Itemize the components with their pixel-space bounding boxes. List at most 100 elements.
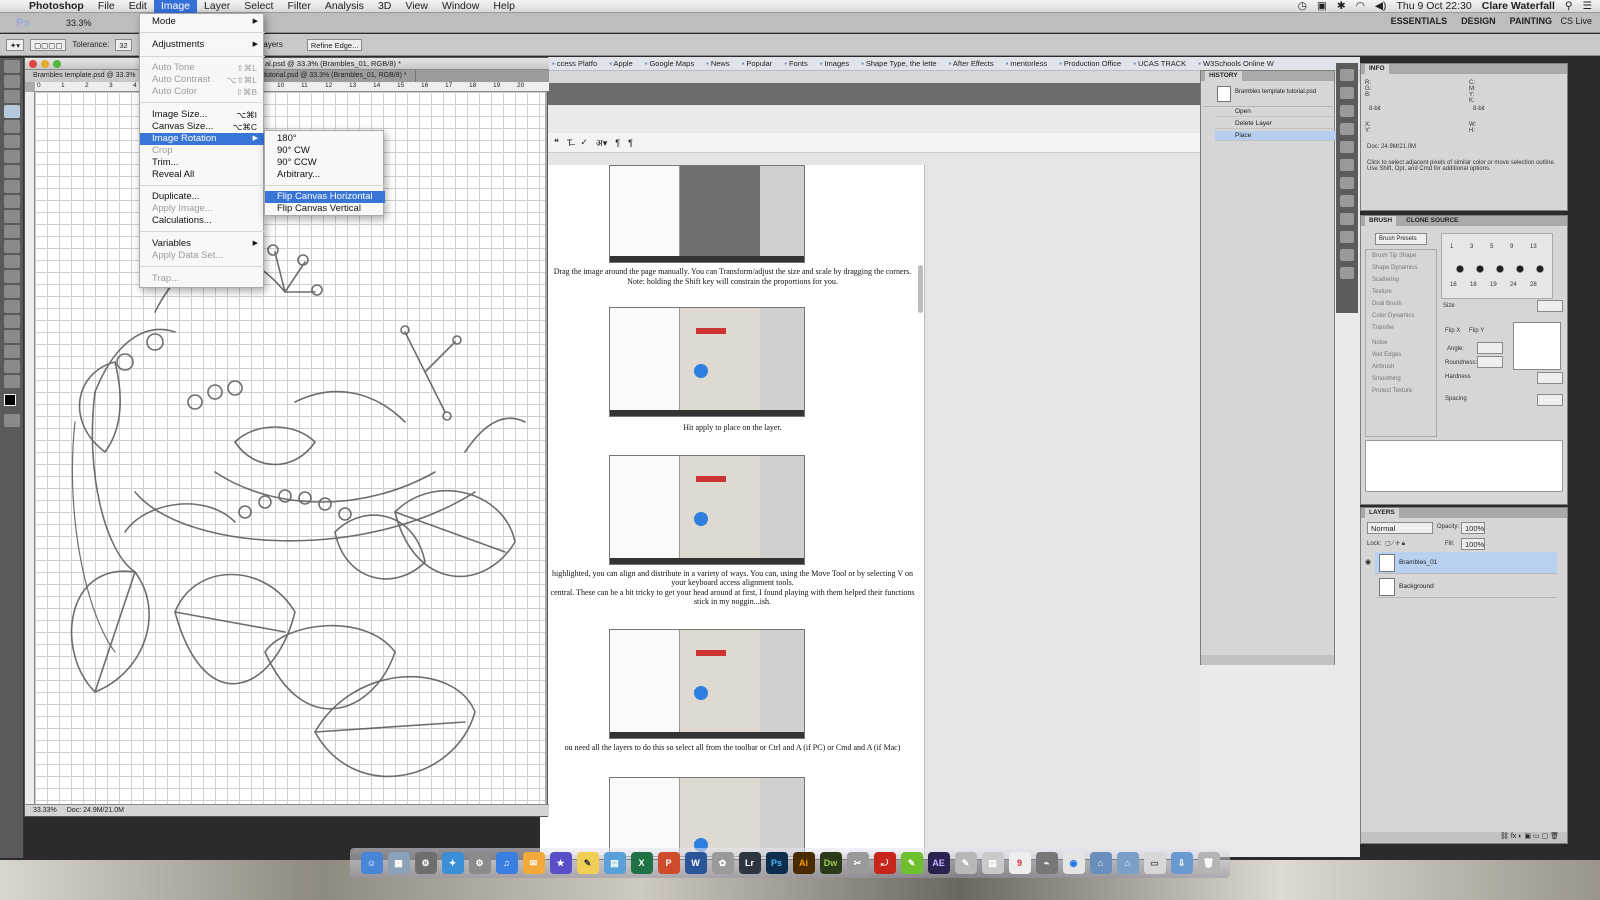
- menu-edit[interactable]: Edit: [122, 0, 154, 13]
- bookmark[interactable]: Fonts: [784, 59, 808, 68]
- calendar-icon[interactable]: 9: [1008, 852, 1031, 874]
- evernote-icon[interactable]: ✎: [900, 852, 923, 874]
- page-scrollbar[interactable]: [918, 265, 923, 313]
- workspace-painting[interactable]: PAINTING: [1510, 16, 1552, 26]
- safari-icon[interactable]: ✦: [441, 852, 464, 874]
- display-icon[interactable]: ▣: [1317, 0, 1327, 13]
- brush-tool-icon[interactable]: [3, 165, 20, 178]
- panel-icon[interactable]: [1340, 87, 1354, 99]
- bookmark[interactable]: Production Office: [1059, 59, 1121, 68]
- stickies-icon[interactable]: ▤: [603, 852, 626, 874]
- rtl-icon[interactable]: ¶: [628, 138, 633, 148]
- horizontal-ruler[interactable]: 01234567891011121314151617181920: [35, 82, 549, 92]
- menu-layer[interactable]: Layer: [197, 0, 237, 13]
- brush-option[interactable]: Brush Tip Shape: [1372, 253, 1416, 259]
- layer-row[interactable]: Background: [1375, 576, 1557, 598]
- shape-tool-icon[interactable]: [3, 315, 20, 328]
- menu-analysis[interactable]: Analysis: [318, 0, 371, 13]
- after-effects-icon[interactable]: AE: [927, 852, 950, 874]
- gradient-tool-icon[interactable]: [3, 225, 20, 238]
- menu-item-flip-canvas-vertical[interactable]: Flip Canvas Vertical: [265, 203, 385, 215]
- brush-tab[interactable]: BRUSH: [1365, 216, 1397, 226]
- menu-item-adjustments[interactable]: Adjustments ▶: [140, 39, 265, 51]
- bookmark[interactable]: Google Maps: [645, 59, 694, 68]
- zoom-icon[interactable]: [53, 60, 61, 68]
- documents-icon[interactable]: ▭: [1143, 852, 1166, 874]
- path-selection-tool-icon[interactable]: [3, 300, 20, 313]
- bluetooth-icon[interactable]: ✱: [1337, 0, 1346, 13]
- brush-option[interactable]: Color Dynamics: [1372, 313, 1414, 319]
- bookmark[interactable]: After Effects: [949, 59, 994, 68]
- imovie-icon[interactable]: ★: [549, 852, 572, 874]
- capture-icon[interactable]: ✂: [846, 852, 869, 874]
- menu-image[interactable]: Image: [153, 0, 198, 13]
- menu-item-auto-color[interactable]: Auto Color ⇧⌘B: [140, 86, 265, 98]
- zoom-tool-icon[interactable]: [3, 375, 20, 388]
- crop-tool-icon[interactable]: [3, 120, 20, 133]
- preferences-icon[interactable]: ⚙: [468, 852, 491, 874]
- menu-item-rotate-90-cw[interactable]: 90° CW: [265, 145, 385, 157]
- lasso-tool-icon[interactable]: [3, 90, 20, 103]
- menu-select[interactable]: Select: [237, 0, 280, 13]
- home-folder-icon[interactable]: ⌂: [1116, 852, 1139, 874]
- ltr-icon[interactable]: ¶: [615, 138, 620, 148]
- flip-y-checkbox[interactable]: Flip Y: [1469, 328, 1484, 334]
- status-doc-size[interactable]: Doc: 24.9M/21.0M: [67, 805, 124, 816]
- finder-icon[interactable]: ☺: [360, 852, 383, 874]
- history-item[interactable]: Open: [1215, 107, 1343, 117]
- fill-input[interactable]: 100%: [1461, 538, 1485, 550]
- bookmark[interactable]: mentorless: [1006, 59, 1047, 68]
- blur-tool-icon[interactable]: [3, 240, 20, 253]
- panel-icon[interactable]: [1340, 231, 1354, 243]
- powerpoint-icon[interactable]: P: [657, 852, 680, 874]
- clock-icon[interactable]: ◷: [1298, 0, 1307, 13]
- menu-item-variables[interactable]: Variables ▶: [140, 238, 265, 250]
- illustrator-icon[interactable]: Ai: [792, 852, 815, 874]
- tool-preset-picker[interactable]: ✦▾: [6, 38, 25, 51]
- brush-option[interactable]: Scattering: [1372, 277, 1399, 283]
- layers-tab[interactable]: LAYERS: [1365, 508, 1399, 518]
- lock-icons[interactable]: ▢ ⁄ ✛ 🔒︎: [1385, 540, 1405, 548]
- roundness-input[interactable]: [1477, 356, 1503, 368]
- clone-source-tab[interactable]: CLONE SOURCE: [1402, 216, 1462, 226]
- brush-option[interactable]: Texture: [1372, 289, 1392, 295]
- menu-item-rotate-180[interactable]: 180°: [265, 133, 385, 145]
- history-brush-tool-icon[interactable]: [3, 195, 20, 208]
- menu-item-arbitrary[interactable]: Arbitrary...: [265, 169, 385, 181]
- history-tab[interactable]: HISTORY: [1205, 71, 1242, 81]
- panel-icon[interactable]: [1340, 213, 1354, 225]
- trash-icon[interactable]: 🗑︎: [1197, 852, 1220, 874]
- quote-icon[interactable]: ❝: [554, 137, 559, 148]
- photoshop-icon[interactable]: Ps: [765, 852, 788, 874]
- brush-option[interactable]: Noise: [1372, 340, 1387, 346]
- vertical-ruler[interactable]: [25, 92, 35, 804]
- list-icon[interactable]: ☰: [1583, 0, 1592, 13]
- workspace-design[interactable]: DESIGN: [1461, 16, 1496, 26]
- mail-icon[interactable]: ✉: [522, 852, 545, 874]
- menu-file[interactable]: File: [91, 0, 122, 13]
- brush-option[interactable]: Wet Edges: [1372, 352, 1401, 358]
- brush-angle-preview[interactable]: [1513, 322, 1561, 370]
- menu-item-mode[interactable]: Mode ▶: [140, 16, 265, 28]
- panel-icon[interactable]: [1340, 249, 1354, 261]
- history-snapshot[interactable]: Brambles template tutorial.psd: [1203, 83, 1333, 107]
- clock-text[interactable]: Thu 9 Oct 22:30: [1396, 0, 1471, 13]
- bookmark[interactable]: Images: [820, 59, 849, 68]
- brush-presets-button[interactable]: Brush Presets: [1375, 233, 1427, 245]
- spellcheck-icon[interactable]: ✓: [580, 137, 588, 148]
- menu-3d[interactable]: 3D: [371, 0, 398, 13]
- brush-tip-grid[interactable]: 1 3 5 9 13 16 18 19 24 28: [1441, 233, 1553, 299]
- minimize-icon[interactable]: [41, 60, 49, 68]
- panel-icon[interactable]: [1340, 69, 1354, 81]
- notes-icon[interactable]: ✎: [576, 852, 599, 874]
- chrome-icon[interactable]: ◉: [1062, 852, 1085, 874]
- strikethrough-icon[interactable]: T̶: [567, 138, 573, 148]
- lightroom-icon[interactable]: Lr: [738, 852, 761, 874]
- app-menu[interactable]: Photoshop: [22, 0, 91, 13]
- panel-icon[interactable]: [1340, 105, 1354, 117]
- bookmark[interactable]: News: [706, 59, 730, 68]
- magic-wand-tool-icon[interactable]: [3, 105, 20, 118]
- status-zoom[interactable]: 33.33%: [33, 805, 57, 816]
- font-book-icon[interactable]: ✿: [711, 852, 734, 874]
- 3d-rotate-tool-icon[interactable]: [3, 330, 20, 343]
